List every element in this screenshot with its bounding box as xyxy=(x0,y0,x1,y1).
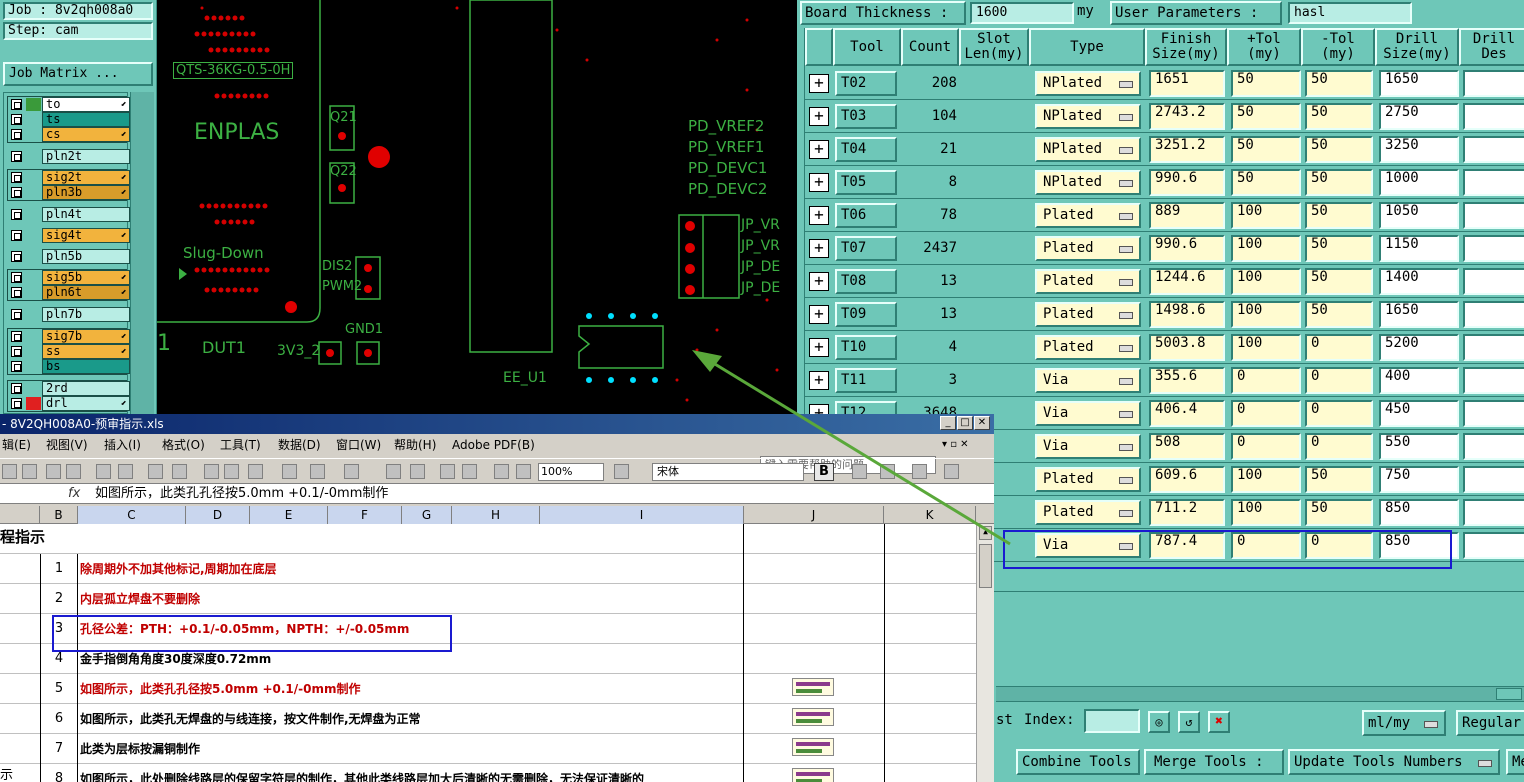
highlight-box-via-row xyxy=(1003,530,1452,569)
annotation-overlay xyxy=(52,350,1452,652)
highlight-box-tolerance-row xyxy=(52,615,452,652)
screen: Job : 8v2qh008a0 Step: cam Job Matrix ..… xyxy=(0,0,1524,782)
annotation-arrow-head xyxy=(692,350,722,372)
annotation-arrow-line xyxy=(704,356,1011,546)
